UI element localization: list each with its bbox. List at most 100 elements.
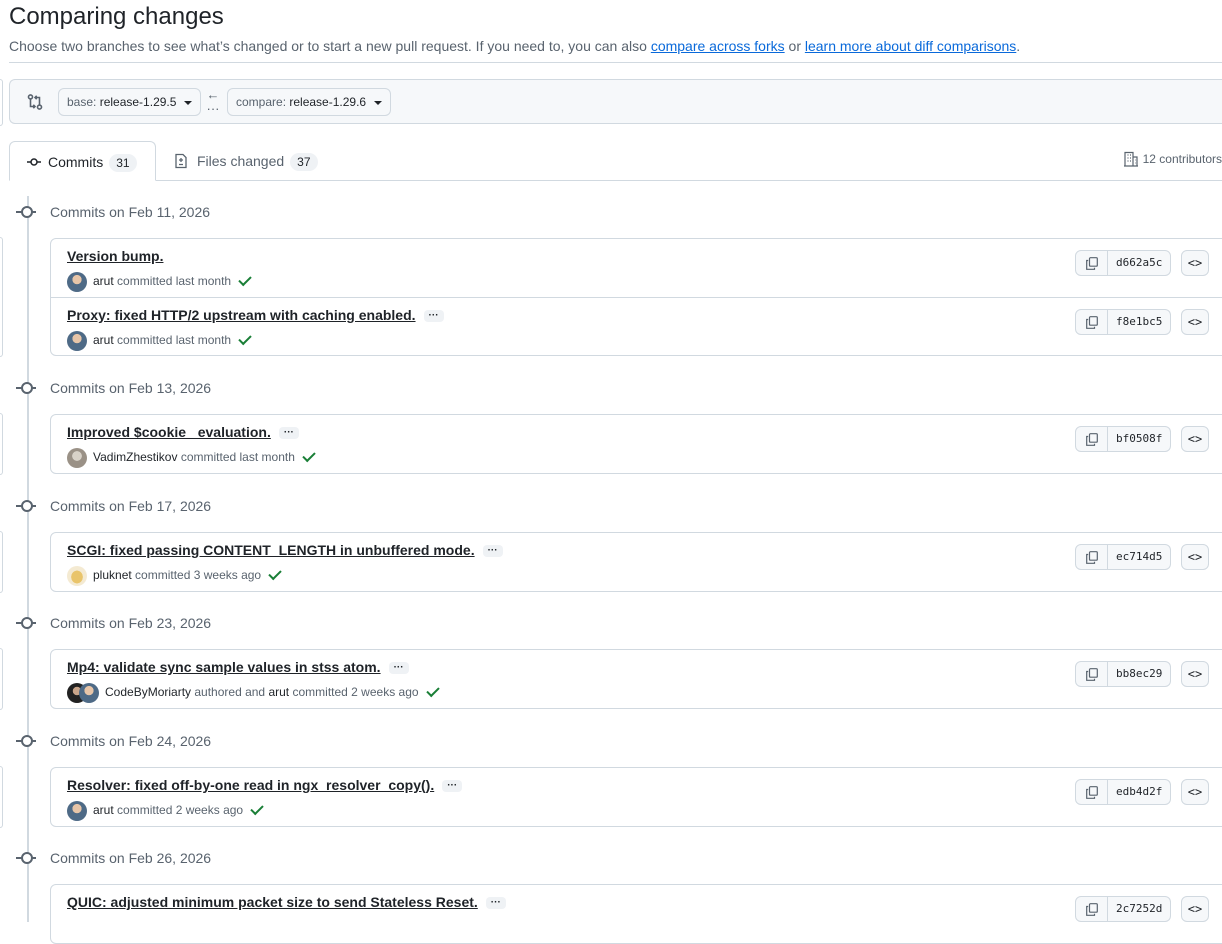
commit-list: SCGI: fixed passing CONTENT_LENGTH in un… bbox=[50, 532, 1222, 592]
expand-message-button[interactable]: ··· bbox=[442, 780, 463, 793]
copy-sha-button[interactable] bbox=[1075, 250, 1108, 276]
expand-message-button[interactable]: ··· bbox=[278, 427, 299, 440]
code-icon: <> bbox=[1187, 785, 1203, 799]
code-icon: <> bbox=[1187, 432, 1203, 446]
commit-group-date: Commits on Feb 13, 2026 bbox=[50, 380, 212, 396]
expand-message-button[interactable]: ··· bbox=[423, 310, 444, 323]
browse-repo-button[interactable]: <> bbox=[1181, 779, 1209, 805]
copy-sha-button[interactable] bbox=[1075, 661, 1108, 687]
copy-icon bbox=[1086, 903, 1098, 916]
copy-sha-button[interactable] bbox=[1075, 426, 1108, 452]
avatar[interactable] bbox=[67, 271, 87, 292]
commit-sha-link[interactable]: edb4d2f bbox=[1108, 779, 1172, 805]
commit-author[interactable]: pluknet bbox=[93, 568, 132, 582]
tab-commits-label: Commits bbox=[48, 154, 104, 170]
expand-message-button[interactable]: ··· bbox=[485, 897, 506, 910]
chevron-down-icon bbox=[184, 100, 193, 105]
commit-time: committed last month bbox=[117, 274, 232, 288]
sidebar-edge bbox=[0, 766, 3, 828]
check-icon[interactable] bbox=[302, 448, 316, 463]
chevron-down-icon bbox=[374, 100, 383, 105]
commit-sha-link[interactable]: d662a5c bbox=[1108, 250, 1172, 276]
browse-repo-button[interactable]: <> bbox=[1181, 896, 1209, 922]
tab-commits[interactable]: Commits 31 bbox=[9, 141, 156, 181]
commit-sha-link[interactable]: f8e1bc5 bbox=[1108, 309, 1172, 335]
commit-sha-link[interactable]: bb8ec29 bbox=[1108, 661, 1172, 687]
check-icon[interactable] bbox=[250, 801, 264, 816]
commit-title-link[interactable]: Proxy: fixed HTTP/2 upstream with cachin… bbox=[67, 307, 444, 323]
copy-sha-button[interactable] bbox=[1075, 896, 1108, 922]
commit-title-link[interactable]: QUIC: adjusted minimum packet size to se… bbox=[67, 894, 506, 910]
compare-branch-select[interactable]: compare: release-1.29.6 bbox=[227, 88, 392, 116]
copy-icon bbox=[1086, 668, 1098, 681]
avatar[interactable] bbox=[67, 330, 87, 351]
commit-author[interactable]: arut bbox=[93, 803, 114, 817]
copy-sha-button[interactable] bbox=[1075, 309, 1108, 335]
check-icon[interactable] bbox=[268, 566, 282, 581]
compare-across-forks-link[interactable]: compare across forks bbox=[651, 38, 785, 54]
git-commit-icon bbox=[27, 158, 41, 166]
browse-repo-button[interactable]: <> bbox=[1181, 426, 1209, 452]
subtitle-or: or bbox=[784, 38, 805, 54]
base-branch-select[interactable]: base: release-1.29.5 bbox=[58, 88, 202, 116]
copy-sha-button[interactable] bbox=[1075, 544, 1108, 570]
commit-sha-link[interactable]: 2c7252d bbox=[1108, 896, 1172, 922]
page-header: Comparing changes Choose two branches to… bbox=[9, 2, 1222, 56]
expand-message-button[interactable]: ··· bbox=[388, 662, 409, 675]
contributors-link[interactable]: 12 contributors bbox=[1123, 151, 1222, 167]
header-divider bbox=[9, 62, 1222, 63]
copy-icon bbox=[1086, 433, 1098, 446]
check-icon[interactable] bbox=[238, 331, 252, 346]
commit-time: committed last month bbox=[117, 333, 232, 347]
expand-message-button[interactable]: ··· bbox=[482, 545, 503, 558]
commit-title: Version bump. bbox=[67, 248, 164, 264]
commit-title-link[interactable]: Mp4: validate sync sample values in stss… bbox=[67, 659, 409, 675]
avatar[interactable] bbox=[67, 565, 87, 586]
check-icon[interactable] bbox=[425, 683, 440, 698]
commit-author[interactable]: CodeByMoriarty bbox=[105, 685, 191, 699]
commit-sha-link[interactable]: bf0508f bbox=[1108, 426, 1172, 452]
commit-author[interactable]: arut bbox=[93, 274, 114, 288]
code-icon: <> bbox=[1187, 256, 1203, 270]
commit-author[interactable]: VadimZhestikov bbox=[93, 450, 177, 464]
subtitle-period: . bbox=[1016, 38, 1021, 54]
commit-committer[interactable]: arut bbox=[268, 685, 289, 699]
commit-title-link[interactable]: Version bump. bbox=[67, 248, 163, 264]
commit-group-date: Commits on Feb 24, 2026 bbox=[50, 733, 212, 749]
commit-meta: VadimZhestikov committed last month bbox=[67, 447, 316, 468]
commit-title-link[interactable]: SCGI: fixed passing CONTENT_LENGTH in un… bbox=[67, 542, 503, 558]
browse-repo-button[interactable]: <> bbox=[1181, 544, 1209, 570]
commit-title-link[interactable]: Resolver: fixed off-by-one read in ngx_r… bbox=[67, 777, 463, 793]
sidebar-edge bbox=[0, 413, 3, 475]
commit-sha-link[interactable]: ec714d5 bbox=[1108, 544, 1172, 570]
browse-repo-button[interactable]: <> bbox=[1181, 250, 1209, 276]
code-icon: <> bbox=[1187, 902, 1203, 916]
commit-row: SCGI: fixed passing CONTENT_LENGTH in un… bbox=[51, 533, 1222, 591]
contributors-count: 12 contributors bbox=[1142, 152, 1222, 166]
commit-meta: arut committed last month bbox=[67, 271, 252, 292]
commit-group-date: Commits on Feb 23, 2026 bbox=[50, 615, 212, 631]
arrow-left-icon: ← ··· bbox=[206, 87, 220, 116]
commit-title-link[interactable]: Improved $cookie_ evaluation. ··· bbox=[67, 424, 299, 440]
commit-list: Version bump. arut committed last month … bbox=[50, 238, 1222, 356]
sidebar-edge bbox=[0, 79, 3, 126]
sha-group: bf0508f bbox=[1075, 426, 1172, 452]
commit-group-date: Commits on Feb 17, 2026 bbox=[50, 498, 212, 514]
subtitle-text: Choose two branches to see what’s change… bbox=[9, 38, 651, 54]
copy-sha-button[interactable] bbox=[1075, 779, 1108, 805]
browse-repo-button[interactable]: <> bbox=[1181, 309, 1209, 335]
avatar[interactable] bbox=[67, 447, 87, 468]
learn-more-link[interactable]: learn more about diff comparisons bbox=[805, 38, 1016, 54]
avatar[interactable] bbox=[79, 682, 99, 703]
git-commit-icon bbox=[21, 617, 33, 629]
tab-commits-count: 31 bbox=[109, 154, 137, 172]
commit-meta: CodeByMoriarty authored and arut committ… bbox=[67, 682, 440, 703]
commit-title: Resolver: fixed off-by-one read in ngx_r… bbox=[67, 777, 435, 793]
commit-author[interactable]: arut bbox=[93, 333, 114, 347]
check-icon[interactable] bbox=[238, 272, 252, 287]
range-editor: base: release-1.29.5 ← ··· compare: relea… bbox=[9, 79, 1222, 124]
browse-repo-button[interactable]: <> bbox=[1181, 661, 1209, 687]
commit-row: Improved $cookie_ evaluation. ··· VadimZh… bbox=[51, 415, 1222, 473]
avatar[interactable] bbox=[67, 800, 87, 821]
tab-files-changed[interactable]: Files changed 37 bbox=[173, 141, 318, 181]
